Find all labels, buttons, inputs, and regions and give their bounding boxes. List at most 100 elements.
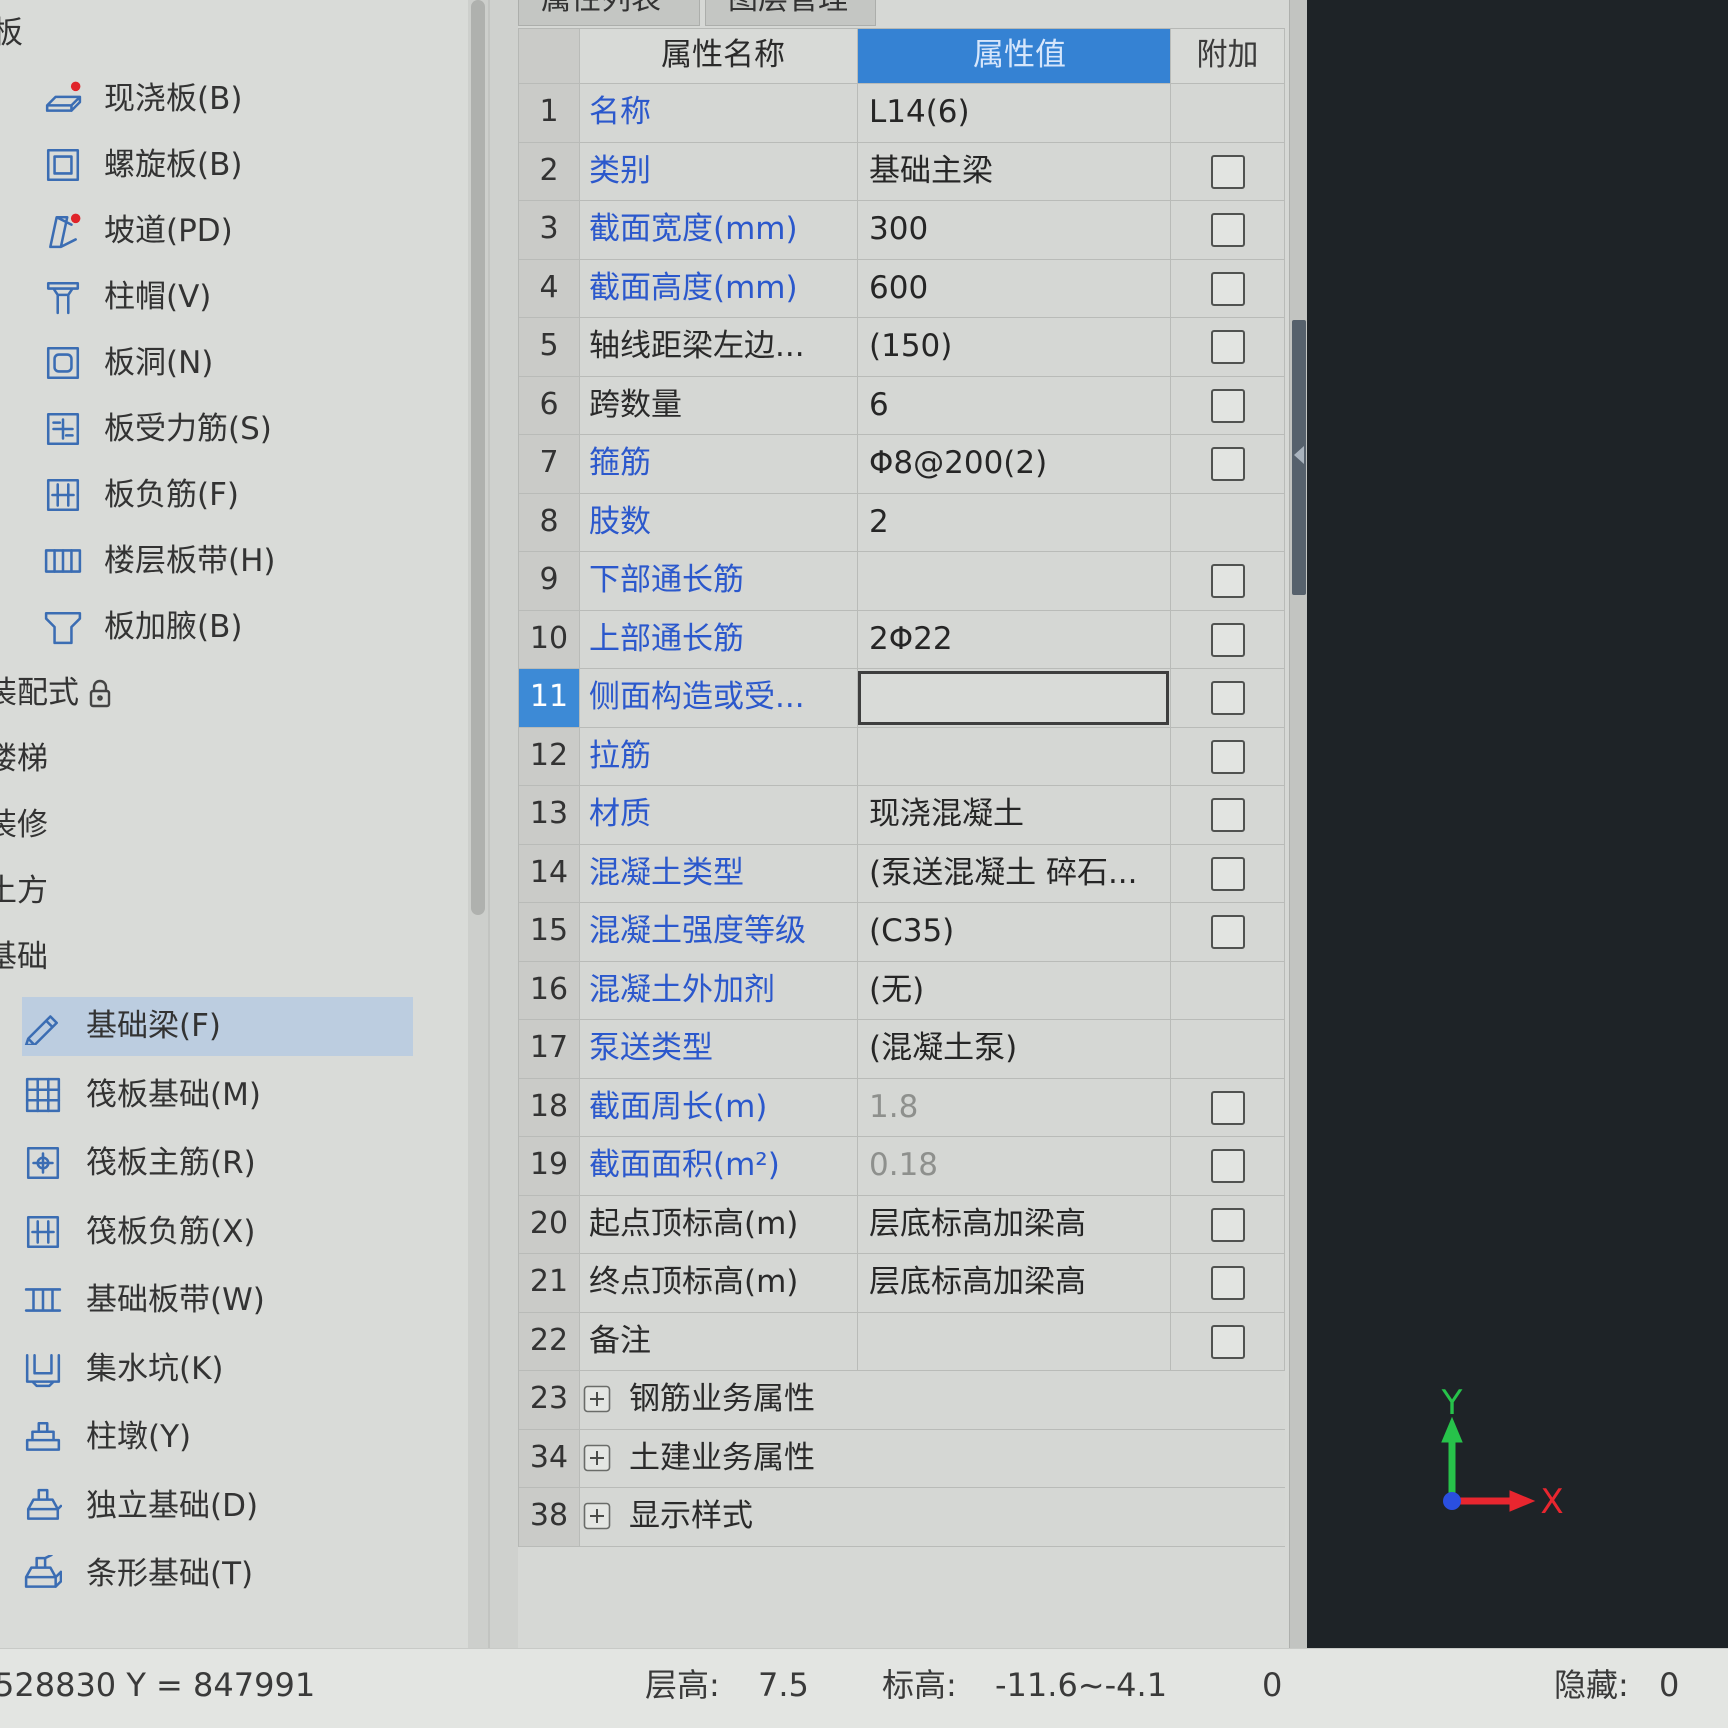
- row-number[interactable]: 38: [519, 1488, 580, 1547]
- row-number[interactable]: 4: [519, 259, 580, 318]
- tree-group-header[interactable]: 装配式: [0, 660, 468, 726]
- expand-icon[interactable]: [583, 1444, 611, 1472]
- property-name[interactable]: 截面高度(mm): [580, 259, 858, 318]
- tree-group-header[interactable]: 板: [0, 0, 468, 66]
- property-name[interactable]: 箍筋: [580, 435, 858, 494]
- extra-checkbox[interactable]: [1211, 154, 1245, 189]
- property-value[interactable]: [858, 552, 1171, 611]
- property-name[interactable]: 泵送类型: [580, 1020, 858, 1079]
- property-name[interactable]: 材质: [580, 786, 858, 845]
- extra-checkbox[interactable]: [1211, 1090, 1245, 1125]
- property-row[interactable]: 21 终点顶标高(m) 层底标高加梁高: [519, 1254, 1285, 1313]
- tree-item-raft-main-rebar[interactable]: 筏板主筋(R): [0, 1129, 468, 1198]
- row-number[interactable]: 2: [519, 142, 580, 201]
- property-row[interactable]: 7 箍筋 Φ8@200(2): [519, 435, 1285, 494]
- tree-item-slab-hole[interactable]: 板洞(N): [0, 330, 468, 396]
- property-value[interactable]: [858, 727, 1171, 786]
- tree-item-column-cap[interactable]: 柱帽(V): [0, 264, 468, 330]
- property-row[interactable]: 18 截面周长(m) 1.8: [519, 1078, 1285, 1137]
- property-value[interactable]: (C35): [858, 903, 1171, 962]
- property-row[interactable]: 6 跨数量 6: [519, 376, 1285, 435]
- tree-group-header[interactable]: 楼梯: [0, 726, 468, 792]
- tree-item-sump[interactable]: 集水坑(K): [0, 1335, 468, 1404]
- property-name[interactable]: 名称: [580, 84, 858, 143]
- row-number[interactable]: 8: [519, 493, 580, 552]
- tree-item-column-pier[interactable]: 柱墩(Y): [0, 1403, 468, 1472]
- tree-scrollbar-thumb[interactable]: [471, 0, 485, 915]
- property-name[interactable]: 下部通长筋: [580, 552, 858, 611]
- property-name[interactable]: 类别: [580, 142, 858, 201]
- tree-item-raft-foundation[interactable]: 筏板基础(M): [0, 1061, 468, 1130]
- property-row[interactable]: 2 类别 基础主梁: [519, 142, 1285, 201]
- row-number[interactable]: 18: [519, 1078, 580, 1137]
- extra-checkbox[interactable]: [1211, 213, 1245, 247]
- property-name[interactable]: 轴线距梁左边...: [580, 318, 858, 377]
- property-name[interactable]: 混凝土类型: [580, 844, 858, 903]
- row-number[interactable]: 21: [519, 1254, 580, 1313]
- tree-group-header[interactable]: 基础: [0, 924, 468, 990]
- collapse-arrow-icon[interactable]: [1294, 446, 1304, 464]
- property-value[interactable]: 层底标高加梁高: [858, 1195, 1171, 1254]
- tree-item-slab-negative-rebar[interactable]: 板负筋(F): [0, 462, 468, 528]
- property-value[interactable]: 基础主梁: [858, 142, 1171, 201]
- extra-checkbox[interactable]: [1211, 330, 1245, 364]
- property-row[interactable]: 16 混凝土外加剂 (无): [519, 961, 1285, 1020]
- property-group-name[interactable]: 土建业务属性: [580, 1430, 1285, 1488]
- expand-icon[interactable]: [583, 1502, 611, 1530]
- row-number[interactable]: 17: [519, 1020, 580, 1079]
- row-number[interactable]: 1: [519, 84, 580, 143]
- row-number[interactable]: 11: [519, 669, 580, 728]
- property-name[interactable]: 备注: [580, 1312, 858, 1371]
- value-editor[interactable]: [858, 671, 1169, 725]
- row-number[interactable]: 5: [519, 318, 580, 377]
- header-property-value[interactable]: 属性值: [858, 29, 1171, 84]
- extra-checkbox[interactable]: [1211, 1324, 1245, 1359]
- viewport-splitter[interactable]: [1289, 0, 1307, 1648]
- property-group-name[interactable]: 显示样式: [580, 1488, 1285, 1547]
- expand-icon[interactable]: [583, 1385, 611, 1413]
- tree-item-ramp[interactable]: 坡道(PD): [0, 198, 468, 264]
- property-group-row[interactable]: 38 显示样式: [519, 1488, 1285, 1547]
- property-value[interactable]: 现浇混凝土: [858, 786, 1171, 845]
- property-row[interactable]: 5 轴线距梁左边... (150): [519, 318, 1285, 377]
- property-value[interactable]: [858, 1312, 1171, 1371]
- property-group-row[interactable]: 34 土建业务属性: [519, 1429, 1285, 1488]
- tree-scrollbar[interactable]: [468, 0, 488, 1648]
- property-value[interactable]: (150): [858, 318, 1171, 377]
- row-number[interactable]: 7: [519, 435, 580, 494]
- extra-checkbox[interactable]: [1211, 388, 1245, 423]
- row-number[interactable]: 22: [519, 1312, 580, 1371]
- property-value[interactable]: (无): [858, 961, 1171, 1020]
- property-row[interactable]: 14 混凝土类型 (泵送混凝土 碎石...: [519, 844, 1285, 903]
- property-value[interactable]: 2: [858, 493, 1171, 552]
- property-name[interactable]: 跨数量: [580, 376, 858, 435]
- property-name[interactable]: 肢数: [580, 493, 858, 552]
- property-row[interactable]: 9 下部通长筋: [519, 552, 1285, 611]
- property-name[interactable]: 截面周长(m): [580, 1078, 858, 1137]
- property-group-row[interactable]: 23 钢筋业务属性: [519, 1371, 1285, 1430]
- property-name[interactable]: 混凝土外加剂: [580, 961, 858, 1020]
- tab-property-list[interactable]: 属性列表: [518, 0, 700, 26]
- extra-checkbox[interactable]: [1211, 1207, 1245, 1242]
- property-value[interactable]: Φ8@200(2): [858, 435, 1171, 494]
- property-name[interactable]: 截面宽度(mm): [580, 201, 858, 260]
- property-name[interactable]: 上部通长筋: [580, 610, 858, 669]
- splitter-handle[interactable]: [1292, 320, 1306, 595]
- property-name[interactable]: 拉筋: [580, 727, 858, 786]
- property-group-name[interactable]: 钢筋业务属性: [580, 1371, 1285, 1430]
- property-name[interactable]: 起点顶标高(m): [580, 1195, 858, 1254]
- extra-checkbox[interactable]: [1211, 915, 1245, 949]
- extra-checkbox[interactable]: [1211, 798, 1245, 832]
- property-value[interactable]: L14(6): [858, 84, 1171, 143]
- property-row[interactable]: 13 材质 现浇混凝土: [519, 786, 1285, 845]
- tree-item-slab-haunch[interactable]: 板加腋(B): [0, 594, 468, 660]
- property-value[interactable]: [858, 669, 1171, 728]
- extra-checkbox[interactable]: [1211, 1266, 1245, 1300]
- tree-item-slab-rebar[interactable]: 板受力筋(S): [0, 396, 468, 462]
- row-number[interactable]: 16: [519, 961, 580, 1020]
- property-row[interactable]: 20 起点顶标高(m) 层底标高加梁高: [519, 1195, 1285, 1254]
- tree-item-strip-footing[interactable]: 条形基础(T): [0, 1540, 468, 1609]
- extra-checkbox[interactable]: [1211, 564, 1245, 598]
- row-number[interactable]: 12: [519, 727, 580, 786]
- property-name[interactable]: 截面面积(m²): [580, 1137, 858, 1196]
